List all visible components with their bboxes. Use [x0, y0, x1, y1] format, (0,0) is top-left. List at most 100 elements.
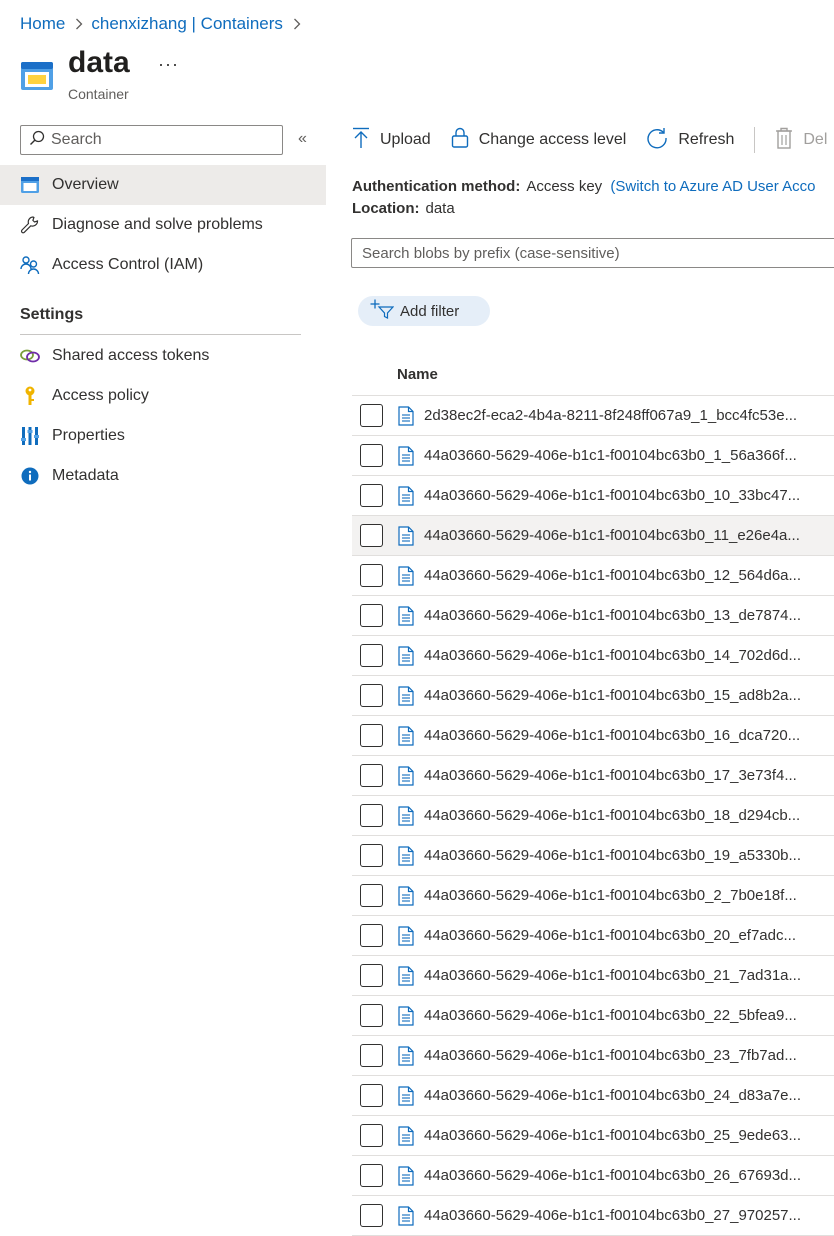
row-checkbox[interactable] — [360, 404, 383, 427]
blob-name-link[interactable]: 44a03660-5629-406e-b1c1-f00104bc63b0_26_… — [424, 1167, 829, 1184]
sidebar-item-shared-access-tokens[interactable]: Shared access tokens — [0, 336, 326, 376]
sidebar-item-metadata[interactable]: Metadata — [0, 456, 326, 496]
row-checkbox[interactable] — [360, 1204, 383, 1227]
table-row[interactable]: 44a03660-5629-406e-b1c1-f00104bc63b0_22_… — [352, 996, 834, 1036]
table-row[interactable]: 44a03660-5629-406e-b1c1-f00104bc63b0_23_… — [352, 1036, 834, 1076]
chevron-right-icon — [75, 18, 83, 30]
row-checkbox[interactable] — [360, 564, 383, 587]
row-checkbox[interactable] — [360, 1124, 383, 1147]
divider — [20, 334, 301, 335]
blob-name-link[interactable]: 44a03660-5629-406e-b1c1-f00104bc63b0_12_… — [424, 567, 829, 584]
sidebar-item-iam[interactable]: Access Control (IAM) — [0, 245, 326, 285]
sidebar-item-label: Metadata — [52, 467, 119, 484]
table-row[interactable]: 44a03660-5629-406e-b1c1-f00104bc63b0_12_… — [352, 556, 834, 596]
blob-name-link[interactable]: 44a03660-5629-406e-b1c1-f00104bc63b0_13_… — [424, 607, 829, 624]
blob-name-link[interactable]: 44a03660-5629-406e-b1c1-f00104bc63b0_22_… — [424, 1007, 829, 1024]
breadcrumb-home-link[interactable]: Home — [20, 14, 65, 34]
table-row[interactable]: 44a03660-5629-406e-b1c1-f00104bc63b0_17_… — [352, 756, 834, 796]
lock-icon — [451, 127, 479, 154]
table-row[interactable]: 44a03660-5629-406e-b1c1-f00104bc63b0_18_… — [352, 796, 834, 836]
blob-name-link[interactable]: 44a03660-5629-406e-b1c1-f00104bc63b0_20_… — [424, 927, 829, 944]
file-icon — [398, 406, 414, 431]
refresh-button[interactable]: Refresh — [646, 127, 734, 154]
blob-name-link[interactable]: 44a03660-5629-406e-b1c1-f00104bc63b0_18_… — [424, 807, 829, 824]
row-checkbox[interactable] — [360, 1004, 383, 1027]
row-checkbox[interactable] — [360, 644, 383, 667]
table-row[interactable]: 44a03660-5629-406e-b1c1-f00104bc63b0_14_… — [352, 636, 834, 676]
blob-name-link[interactable]: 44a03660-5629-406e-b1c1-f00104bc63b0_19_… — [424, 847, 829, 864]
delete-button[interactable]: Del — [775, 127, 827, 154]
blob-name-link[interactable]: 44a03660-5629-406e-b1c1-f00104bc63b0_23_… — [424, 1047, 829, 1064]
breadcrumb: Home chenxizhang | Containers — [20, 12, 309, 36]
blob-name-link[interactable]: 44a03660-5629-406e-b1c1-f00104bc63b0_11_… — [424, 527, 829, 544]
table-row[interactable]: 44a03660-5629-406e-b1c1-f00104bc63b0_21_… — [352, 956, 834, 996]
switch-auth-link[interactable]: (Switch to Azure AD User Acco — [610, 178, 815, 195]
table-row[interactable]: 44a03660-5629-406e-b1c1-f00104bc63b0_16_… — [352, 716, 834, 756]
row-checkbox[interactable] — [360, 764, 383, 787]
row-checkbox[interactable] — [360, 524, 383, 547]
blob-name-link[interactable]: 44a03660-5629-406e-b1c1-f00104bc63b0_21_… — [424, 967, 829, 984]
sidebar-item-overview[interactable]: Overview — [0, 165, 326, 205]
row-checkbox[interactable] — [360, 964, 383, 987]
blob-name-link[interactable]: 2d38ec2f-eca2-4b4a-8211-8f248ff067a9_1_b… — [424, 407, 829, 424]
table-row[interactable]: 44a03660-5629-406e-b1c1-f00104bc63b0_25_… — [352, 1116, 834, 1156]
table-row[interactable]: 44a03660-5629-406e-b1c1-f00104bc63b0_2_7… — [352, 876, 834, 916]
blob-name-link[interactable]: 44a03660-5629-406e-b1c1-f00104bc63b0_24_… — [424, 1087, 829, 1104]
change-access-level-button[interactable]: Change access level — [451, 127, 627, 154]
row-checkbox[interactable] — [360, 484, 383, 507]
upload-button[interactable]: Upload — [352, 127, 431, 154]
table-row[interactable]: 44a03660-5629-406e-b1c1-f00104bc63b0_20_… — [352, 916, 834, 956]
blob-name-link[interactable]: 44a03660-5629-406e-b1c1-f00104bc63b0_16_… — [424, 727, 829, 744]
toolbar-divider — [754, 127, 756, 153]
sidebar-item-diagnose[interactable]: Diagnose and solve problems — [0, 205, 326, 245]
table-row[interactable]: 44a03660-5629-406e-b1c1-f00104bc63b0_24_… — [352, 1076, 834, 1116]
breadcrumb-containers-link[interactable]: chenxizhang | Containers — [91, 14, 283, 34]
upload-label: Upload — [380, 131, 431, 148]
table-row[interactable]: 44a03660-5629-406e-b1c1-f00104bc63b0_19_… — [352, 836, 834, 876]
table-row[interactable]: 44a03660-5629-406e-b1c1-f00104bc63b0_10_… — [352, 476, 834, 516]
row-checkbox[interactable] — [360, 1084, 383, 1107]
more-options-button[interactable]: ··· — [158, 54, 179, 75]
settings-section-title: Settings — [20, 306, 84, 323]
row-checkbox[interactable] — [360, 444, 383, 467]
table-row[interactable]: 44a03660-5629-406e-b1c1-f00104bc63b0_27_… — [352, 1196, 834, 1236]
blob-name-link[interactable]: 44a03660-5629-406e-b1c1-f00104bc63b0_27_… — [424, 1207, 829, 1224]
sidebar-item-access-policy[interactable]: Access policy — [0, 376, 326, 416]
change-access-label: Change access level — [478, 131, 627, 148]
table-row[interactable]: 2d38ec2f-eca2-4b4a-8211-8f248ff067a9_1_b… — [352, 396, 834, 436]
blob-list: 2d38ec2f-eca2-4b4a-8211-8f248ff067a9_1_b… — [352, 396, 834, 1236]
blob-name-link[interactable]: 44a03660-5629-406e-b1c1-f00104bc63b0_15_… — [424, 687, 829, 704]
blob-name-link[interactable]: 44a03660-5629-406e-b1c1-f00104bc63b0_17_… — [424, 767, 829, 784]
search-icon — [29, 130, 45, 151]
column-header-name[interactable]: Name — [397, 366, 438, 383]
blob-name-link[interactable]: 44a03660-5629-406e-b1c1-f00104bc63b0_2_7… — [424, 887, 829, 904]
table-row[interactable]: 44a03660-5629-406e-b1c1-f00104bc63b0_13_… — [352, 596, 834, 636]
row-checkbox[interactable] — [360, 1164, 383, 1187]
blob-name-link[interactable]: 44a03660-5629-406e-b1c1-f00104bc63b0_1_5… — [424, 447, 829, 464]
add-filter-button[interactable]: Add filter — [358, 296, 490, 326]
row-checkbox[interactable] — [360, 844, 383, 867]
file-icon — [398, 926, 414, 951]
row-checkbox[interactable] — [360, 684, 383, 707]
file-icon — [398, 566, 414, 591]
location-value: data — [425, 200, 455, 217]
row-checkbox[interactable] — [360, 924, 383, 947]
sidebar-search-input[interactable]: Search — [20, 125, 283, 155]
table-header: Name — [352, 356, 834, 396]
row-checkbox[interactable] — [360, 884, 383, 907]
blob-prefix-search-input[interactable]: Search blobs by prefix (case-sensitive) — [351, 238, 834, 268]
table-row[interactable]: 44a03660-5629-406e-b1c1-f00104bc63b0_11_… — [352, 516, 834, 556]
table-row[interactable]: 44a03660-5629-406e-b1c1-f00104bc63b0_26_… — [352, 1156, 834, 1196]
sidebar-item-properties[interactable]: Properties — [0, 416, 326, 456]
row-checkbox[interactable] — [360, 724, 383, 747]
blob-name-link[interactable]: 44a03660-5629-406e-b1c1-f00104bc63b0_25_… — [424, 1127, 829, 1144]
key-icon — [20, 386, 40, 406]
table-row[interactable]: 44a03660-5629-406e-b1c1-f00104bc63b0_1_5… — [352, 436, 834, 476]
row-checkbox[interactable] — [360, 804, 383, 827]
blob-name-link[interactable]: 44a03660-5629-406e-b1c1-f00104bc63b0_14_… — [424, 647, 829, 664]
table-row[interactable]: 44a03660-5629-406e-b1c1-f00104bc63b0_15_… — [352, 676, 834, 716]
row-checkbox[interactable] — [360, 1044, 383, 1067]
row-checkbox[interactable] — [360, 604, 383, 627]
blob-name-link[interactable]: 44a03660-5629-406e-b1c1-f00104bc63b0_10_… — [424, 487, 829, 504]
collapse-sidebar-button[interactable]: « — [298, 130, 307, 148]
